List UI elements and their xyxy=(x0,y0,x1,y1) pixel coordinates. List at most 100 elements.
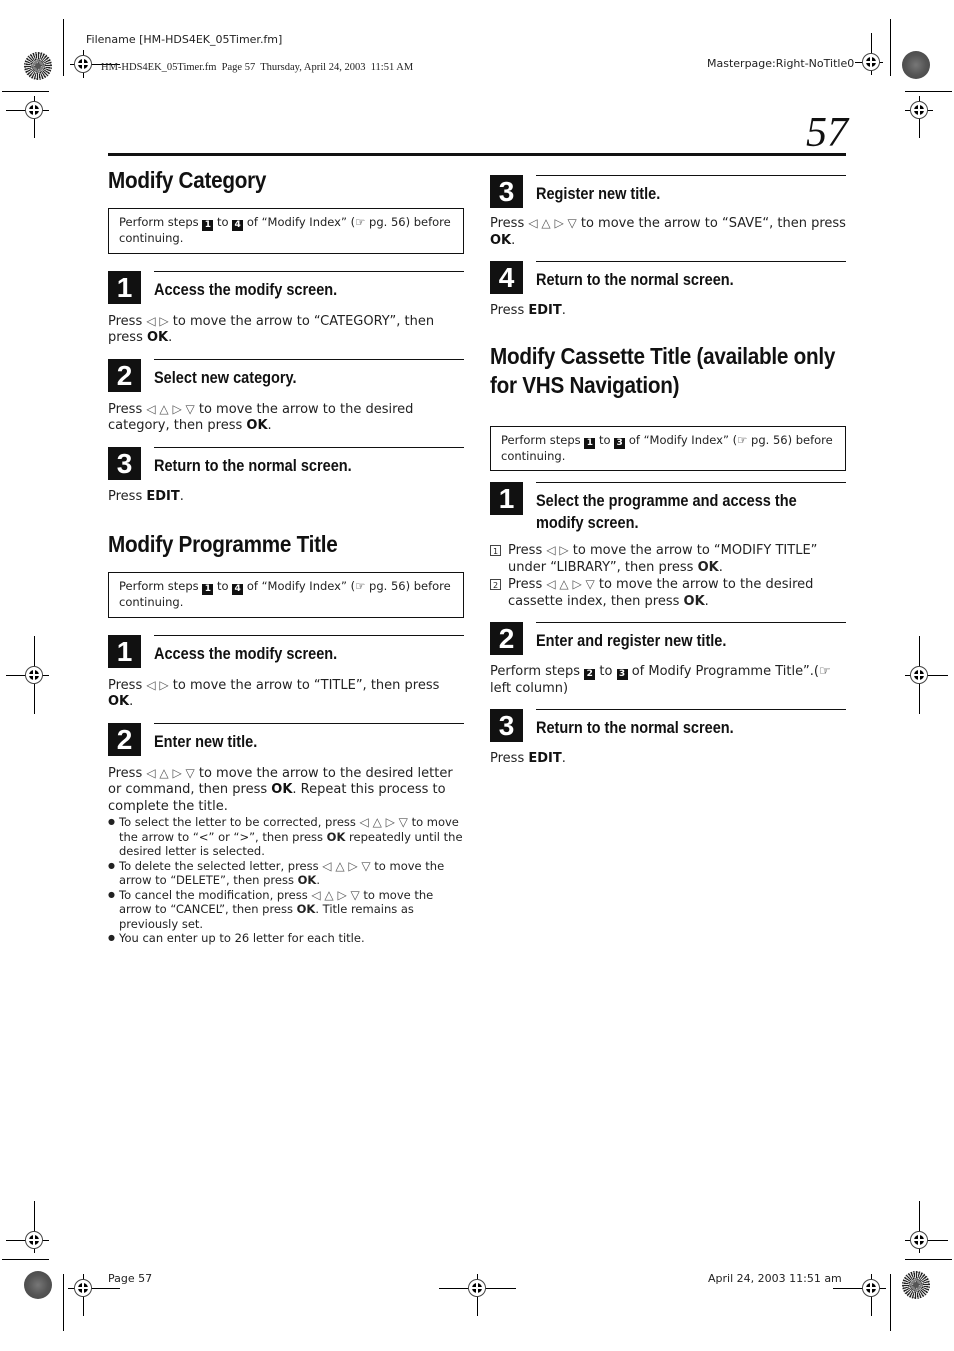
direction-arrows-icon: ◁ △ ▷ ▽ xyxy=(528,216,577,230)
header-rule xyxy=(108,153,846,156)
step-ref-icon: 3 xyxy=(614,437,626,449)
edit-key-label: EDIT xyxy=(528,303,562,318)
reference-hand-icon: ☞ xyxy=(355,579,366,593)
step-rule xyxy=(536,709,846,710)
crop-line xyxy=(63,1274,64,1331)
edit-key-label: EDIT xyxy=(528,751,562,766)
direction-arrows-icon: ◁ △ ▷ ▽ xyxy=(359,815,408,829)
section-title-modify-programme-title: Modify Programme Title xyxy=(108,531,338,557)
step-number-badge: 2 xyxy=(490,622,523,655)
registration-dot-icon xyxy=(24,1271,52,1299)
edit-key-label: EDIT xyxy=(146,488,180,504)
registration-target-icon xyxy=(25,101,43,119)
list-item: To select the letter to be corrected, pr… xyxy=(108,815,464,859)
step-title: Enter new title. xyxy=(154,732,258,751)
step-title: Select the programme and access the modi… xyxy=(536,492,797,532)
section-title-modify-category: Modify Category xyxy=(108,167,267,193)
step-number-badge: 1 xyxy=(490,482,523,515)
crop-line xyxy=(890,19,891,76)
registration-target-icon xyxy=(910,101,928,119)
masterpage-label: Masterpage:Right-NoTitle0 xyxy=(707,57,855,70)
step-title: Access the modify screen. xyxy=(154,644,338,663)
ok-key-label: OK xyxy=(246,418,268,433)
sub-step: 2 Press ◁ △ ▷ ▽ to move the arrow to the… xyxy=(490,576,846,610)
direction-arrows-icon: ◁ △ ▷ ▽ xyxy=(146,765,195,780)
step-rule xyxy=(536,261,846,262)
ok-key-label: OK xyxy=(271,782,293,797)
step-3: 3 Register new title. Press ◁ △ ▷ ▽ to m… xyxy=(490,175,846,249)
notes-list: To select the letter to be corrected, pr… xyxy=(108,815,464,946)
registration-star-icon xyxy=(24,52,52,80)
step-ref-icon: 4 xyxy=(232,584,244,595)
crop-line xyxy=(2,1259,49,1260)
crop-line xyxy=(905,91,952,92)
prerequisite-note: Perform steps 1 to 3 of “Modify Index” (… xyxy=(490,425,846,471)
step-instruction: Press EDIT. xyxy=(490,303,566,318)
registration-dot-icon xyxy=(902,51,930,79)
step-rule xyxy=(154,722,464,724)
step-title: Return to the normal screen. xyxy=(536,719,734,737)
step-title: Register new title. xyxy=(536,185,661,203)
sub-step-number-icon: 1 xyxy=(490,545,501,556)
step-1: 1 Access the modify screen. Press ◁ ▷ to… xyxy=(108,634,464,711)
step-ref-icon: 1 xyxy=(584,437,596,449)
step-2: 2 Enter new title. Press ◁ △ ▷ ▽ to move… xyxy=(108,722,464,946)
crop-line xyxy=(63,19,64,76)
list-item: To cancel the modification, press ◁ △ ▷ … xyxy=(108,888,464,932)
step-instruction: Perform steps 2 to 3 of Modify Programme… xyxy=(490,664,831,696)
step-3: 3 Return to the normal screen. Press EDI… xyxy=(108,446,464,506)
registration-target-icon xyxy=(862,1279,880,1297)
crop-line xyxy=(905,1259,952,1260)
step-title: Select new category. xyxy=(154,368,297,387)
step-number-badge: 3 xyxy=(108,446,141,480)
step-instruction: Press ◁ △ ▷ ▽ to move the arrow to the d… xyxy=(108,765,453,814)
registration-target-icon xyxy=(468,1279,486,1297)
step-title: Return to the normal screen. xyxy=(154,456,352,475)
registration-target-icon xyxy=(862,53,880,71)
sub-steps: 1 Press ◁ ▷ to move the arrow to “MODIFY… xyxy=(490,542,846,610)
reference-hand-icon: ☞ xyxy=(737,432,748,447)
list-item: To delete the selected letter, press ◁ △… xyxy=(108,859,464,888)
step-instruction: Press EDIT. xyxy=(108,488,184,504)
registration-target-icon xyxy=(74,55,92,73)
direction-arrows-icon: ◁ △ ▷ ▽ xyxy=(546,577,595,591)
step-rule xyxy=(154,358,464,360)
direction-arrows-icon: ◁ △ ▷ ▽ xyxy=(146,401,195,416)
sub-step-number-icon: 2 xyxy=(490,579,501,590)
step-ref-icon: 1 xyxy=(202,584,214,595)
step-number-badge: 4 xyxy=(490,261,523,294)
step-1: 1 Select the programme and access the mo… xyxy=(490,482,846,610)
step-instruction: Press ◁ △ ▷ ▽ to move the arrow to the d… xyxy=(108,401,414,434)
footer-date: April 24, 2003 11:51 am xyxy=(708,1272,842,1285)
left-right-arrows-icon: ◁ ▷ xyxy=(146,677,169,692)
list-item: You can enter up to 26 letter for each t… xyxy=(108,931,464,946)
prerequisite-note: Perform steps 1 to 4 of “Modify Index” (… xyxy=(108,572,464,618)
step-2: 2 Enter and register new title. Perform … xyxy=(490,622,846,697)
registration-target-icon xyxy=(25,1231,43,1249)
direction-arrows-icon: ◁ △ ▷ ▽ xyxy=(322,858,371,873)
step-ref-icon: 3 xyxy=(616,669,628,680)
step-ref-icon: 4 xyxy=(232,220,244,231)
step-title: Enter and register new title. xyxy=(536,632,727,650)
step-instruction: Press EDIT. xyxy=(490,751,566,766)
step-ref-icon: 2 xyxy=(584,669,596,680)
step-rule xyxy=(154,270,464,272)
registration-target-icon xyxy=(74,1279,92,1297)
step-instruction: Press ◁ ▷ to move the arrow to “CATEGORY… xyxy=(108,313,435,346)
step-title: Access the modify screen. xyxy=(154,280,338,299)
left-column: Modify Category Perform steps 1 to 4 of … xyxy=(108,166,464,946)
step-1: 1 Access the modify screen. Press ◁ ▷ to… xyxy=(108,270,464,347)
reference-hand-icon: ☞ xyxy=(355,215,366,229)
print-info: HM-HDS4EK_05Timer.fm Page 57 Thursday, A… xyxy=(101,62,414,73)
sub-step: 1 Press ◁ ▷ to move the arrow to “MODIFY… xyxy=(490,542,846,576)
step-rule xyxy=(154,446,464,448)
filename-label: Filename [HM-HDS4EK_05Timer.fm] xyxy=(86,33,283,46)
step-number-badge: 2 xyxy=(108,722,141,756)
step-instruction: Press ◁ △ ▷ ▽ to move the arrow to “SAVE… xyxy=(490,216,846,248)
step-rule xyxy=(536,482,846,483)
step-title: Return to the normal screen. xyxy=(536,271,734,289)
section-title-modify-cassette-title: Modify Cassette Title (available only fo… xyxy=(490,342,836,398)
step-number-badge: 3 xyxy=(490,709,523,742)
registration-target-icon xyxy=(910,666,928,684)
footer-page-label: Page 57 xyxy=(108,1272,153,1285)
